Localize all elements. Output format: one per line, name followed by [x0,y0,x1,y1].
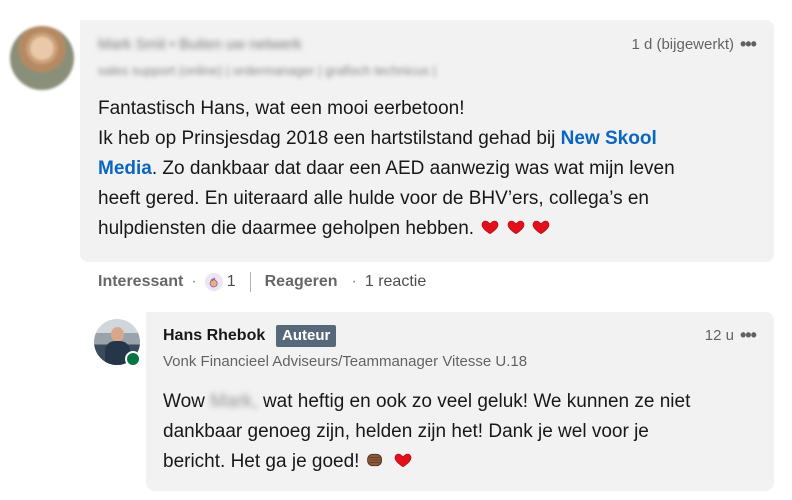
reply-count-link[interactable]: 1 reactie [365,273,426,291]
comment-line-2: Ik heb op Prinsjesdag 2018 een hartstils… [98,128,657,149]
author-badge: Auteur [276,325,337,347]
comment-actions: Interessant · 1 Reageren · 1 reactie [98,270,426,294]
reply-line-1: Wow Mark, wat heftig en ook zo veel gelu… [163,391,691,412]
reply-line-3: bericht. Het ga je goed! [163,447,690,477]
online-status-indicator [125,351,141,367]
commenter-headline: sales support (online) | ordermanager | … [98,63,437,78]
commenter-name[interactable]: Mark Smit • Buiten uw netwerk [98,36,302,53]
react-button[interactable]: Interessant [98,273,183,291]
separator-dot: · [191,273,197,290]
commenter-avatar[interactable] [10,26,74,90]
reply-more-options-button[interactable]: ••• [740,325,757,346]
reply-line-2: dankbaar genoeg zijn, helden zijn het! D… [163,421,649,442]
comment-line-4: heeft gered. En uiteraard alle hulde voo… [98,188,649,209]
separator-dot: · [351,273,357,290]
company-mention-link-cont[interactable]: Media [98,158,152,179]
reply-author-name[interactable]: Hans Rhebok [163,327,265,345]
red-heart-icon [394,453,412,468]
red-heart-icon [482,220,499,235]
blurred-mention: Mark, [210,391,258,412]
comment-text: Fantastisch Hans, wat een mooi eerbetoon… [98,94,675,244]
comment-line-5: hulpdiensten die daarmee geholpen hebben… [98,214,675,244]
comment-line-3: Media. Zo dankbaar dat daar een AED aanw… [98,158,675,179]
red-heart-icon [532,220,550,235]
comment-more-options-button[interactable]: ••• [740,34,757,55]
company-mention-link[interactable]: New Skool [561,128,657,149]
reply-button[interactable]: Reageren [265,273,338,291]
comment-timestamp: 1 d (bijgewerkt) [631,36,734,53]
red-heart-icon [507,220,524,235]
fist-bump-icon [366,453,382,467]
reply-timestamp: 12 u [704,327,734,344]
reply-author-headline: Vonk Financieel Adviseurs/Teammanager Vi… [163,353,528,370]
reaction-count[interactable]: 1 [227,273,236,291]
action-divider [249,272,251,292]
clapping-reaction-icon[interactable] [204,273,223,291]
comment-line-1: Fantastisch Hans, wat een mooi eerbetoon… [98,98,465,119]
reply-text: Wow Mark, wat heftig en ook zo veel gelu… [163,387,690,477]
